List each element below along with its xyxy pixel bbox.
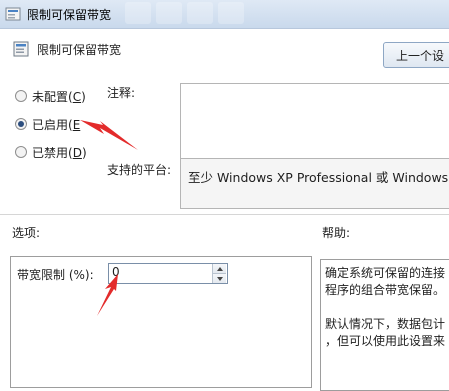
radio-circle[interactable] — [15, 90, 27, 102]
divider — [0, 214, 449, 215]
policy-icon — [13, 41, 29, 57]
radio-not-configured[interactable]: 未配置(C) — [15, 87, 86, 105]
help-line: 默认情况下，数据包计 — [325, 317, 446, 331]
platform-label: 支持的平台: — [107, 163, 172, 177]
policy-icon — [5, 7, 21, 21]
radio-circle[interactable] — [15, 146, 27, 158]
options-heading: 选项: — [12, 226, 41, 240]
radio-disabled[interactable]: 已禁用(D) — [15, 143, 87, 161]
previous-setting-button[interactable]: 上一个设 — [383, 42, 449, 68]
radio-label: 未配置(C) — [32, 89, 86, 104]
help-line: 程序的组合带宽保留。 — [325, 283, 446, 297]
bandwidth-limit-label: 带宽限制 (%): — [17, 268, 94, 282]
radio-enabled[interactable]: 已启用(E — [15, 115, 80, 133]
comment-textarea[interactable] — [180, 83, 449, 159]
page-title: 限制可保留带宽 — [37, 43, 122, 57]
title-bar: 限制可保留带宽 — [0, 0, 449, 29]
radio-label: 已禁用(D) — [32, 145, 87, 160]
toolbar-ghost — [156, 2, 182, 24]
bandwidth-limit-input[interactable] — [108, 263, 228, 284]
radio-label: 已启用(E — [32, 117, 81, 132]
window-title: 限制可保留带宽 — [27, 8, 112, 22]
spin-up-icon[interactable] — [212, 264, 226, 273]
help-line: ，但可以使用此设置来 — [325, 334, 446, 348]
help-line: 确定系统可保留的连接 — [325, 266, 446, 280]
red-arrow-annotation — [80, 120, 138, 150]
comment-label: 注释: — [107, 86, 136, 100]
toolbar-ghost — [187, 2, 213, 24]
help-heading: 帮助: — [322, 226, 351, 240]
radio-circle-selected[interactable] — [15, 118, 27, 130]
bandwidth-limit-value[interactable]: 0 — [112, 265, 120, 279]
spin-down-icon[interactable] — [212, 273, 226, 283]
platform-value: 至少 Windows XP Professional 或 Windows S — [188, 170, 449, 185]
toolbar-ghost — [218, 2, 244, 24]
toolbar-ghost — [125, 2, 151, 24]
